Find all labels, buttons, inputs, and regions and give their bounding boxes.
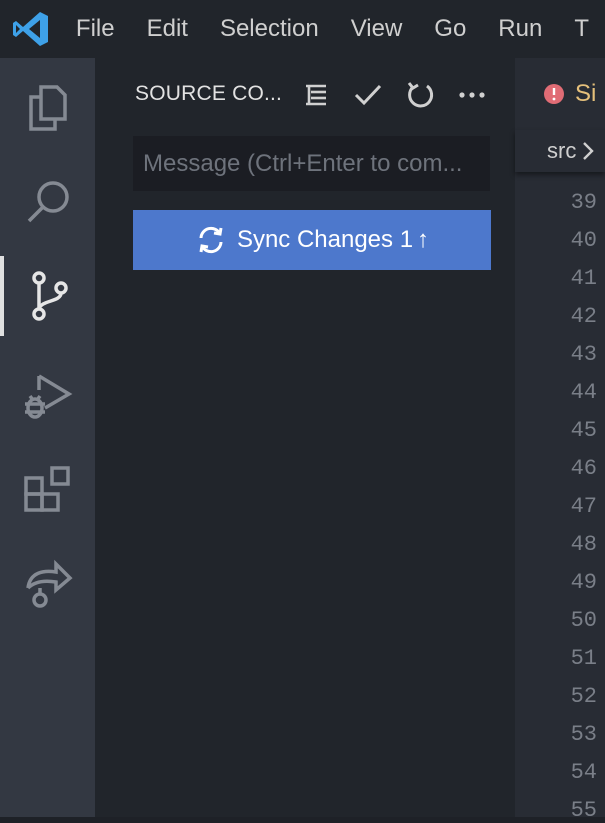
panel-header: SOURCE CO... (95, 58, 515, 130)
more-actions-button[interactable] (451, 76, 493, 114)
menu-selection[interactable]: Selection (204, 0, 335, 58)
panel-title: SOURCE CO... (135, 82, 283, 105)
sync-changes-button[interactable]: Sync Changes 1 ↑ (133, 210, 491, 270)
menu-edit[interactable]: Edit (131, 0, 204, 58)
sync-changes-label: Sync Changes 1 (236, 226, 414, 253)
line-number: 55 (570, 798, 597, 823)
breadcrumb-src[interactable]: src (547, 138, 576, 164)
line-number: 45 (570, 418, 597, 443)
view-as-tree-button[interactable] (295, 76, 337, 114)
editor-tab[interactable]: Si (515, 58, 605, 130)
commit-checkmark-button[interactable] (347, 76, 389, 114)
line-number: 44 (570, 380, 597, 405)
menu-run[interactable]: Run (482, 0, 558, 58)
line-number: 54 (570, 760, 597, 785)
commit-message-input[interactable] (133, 136, 490, 191)
line-number: 39 (570, 190, 597, 215)
editor-area: Si src 39 40 41 42 43 44 45 46 47 48 49 … (515, 58, 605, 823)
run-debug-icon[interactable] (0, 356, 95, 436)
outgoing-arrow-icon: ↑ (417, 226, 430, 253)
explorer-icon[interactable] (0, 68, 95, 148)
sync-icon (199, 226, 223, 254)
vscode-logo-icon (0, 0, 62, 58)
panel-actions (295, 76, 493, 114)
error-icon (544, 84, 564, 104)
line-number: 53 (570, 722, 597, 747)
line-number: 49 (570, 570, 597, 595)
menu-terminal[interactable]: T (558, 0, 605, 58)
line-number: 50 (570, 608, 597, 633)
activity-bar (0, 58, 95, 817)
refresh-button[interactable] (399, 76, 441, 114)
line-number: 47 (570, 494, 597, 519)
line-number: 41 (570, 266, 597, 291)
line-number: 42 (570, 304, 597, 329)
line-number: 40 (570, 228, 597, 253)
title-bar: File Edit Selection View Go Run T (0, 0, 605, 58)
chevron-right-icon (583, 142, 595, 160)
search-icon[interactable] (0, 162, 95, 242)
tab-label: Si (575, 80, 597, 107)
menu-view[interactable]: View (335, 0, 419, 58)
extensions-icon[interactable] (0, 450, 95, 530)
remote-explorer-icon[interactable] (0, 544, 95, 624)
line-number: 46 (570, 456, 597, 481)
breadcrumb: src (515, 130, 605, 172)
source-control-icon[interactable] (0, 256, 95, 336)
menu-file[interactable]: File (62, 0, 131, 58)
line-number: 43 (570, 342, 597, 367)
menu-bar: File Edit Selection View Go Run T (62, 0, 605, 58)
source-control-panel: SOURCE CO... Message (Ctrl+Enter to com.… (95, 58, 515, 817)
line-number: 48 (570, 532, 597, 557)
line-number: 51 (570, 646, 597, 671)
line-number: 52 (570, 684, 597, 709)
menu-go[interactable]: Go (418, 0, 482, 58)
